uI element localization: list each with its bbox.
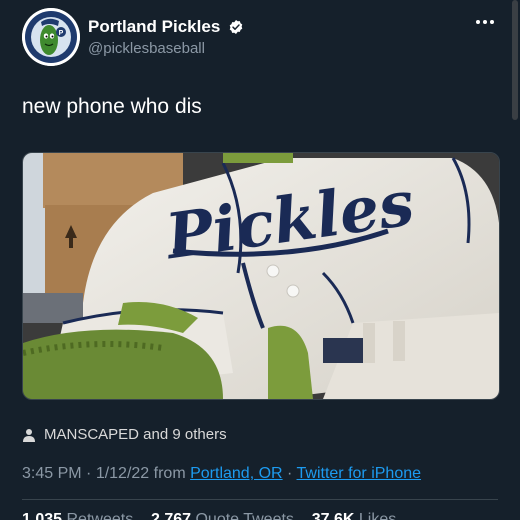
tweet-meta: 3:45 PM · 1/12/22 from Portland, OR · Tw… [22,465,421,483]
divider [22,499,498,500]
avatar[interactable]: P [22,8,80,66]
tweet: P Portland Pickles @picklesbaseball new … [0,0,520,520]
likes-count: 37.6K [311,511,355,520]
person-icon [23,428,35,442]
client-link[interactable]: Twitter for iPhone [297,465,422,482]
meta-separator: · [81,465,96,482]
tweet-time[interactable]: 3:45 PM [22,465,82,482]
tweet-header: P Portland Pickles @picklesbaseball [22,8,498,70]
pickle-mascot-logo-icon: P [22,8,80,66]
quotes-label: Quote Tweets [195,511,294,520]
location-link[interactable]: Portland, OR [190,465,282,482]
svg-text:P: P [59,30,64,37]
more-options-icon-dot [483,20,487,24]
likes-label: Likes [358,511,397,520]
author-info: Portland Pickles @picklesbaseball [88,17,244,57]
more-options-button[interactable] [472,12,498,32]
tweet-text: new phone who dis [22,95,202,118]
quotes-count: 2,767 [150,511,192,520]
tweet-photo[interactable]: Pickles [22,152,500,400]
meta-separator: · [282,465,297,482]
quotes-stat[interactable]: 2,767 Quote Tweets [151,511,294,520]
tweet-date[interactable]: 1/12/22 [96,465,149,482]
scrollbar[interactable] [512,0,518,120]
social-context[interactable]: MANSCAPED and 9 others [22,426,227,443]
retweets-count: 1,035 [22,511,63,520]
more-options-icon [476,20,480,24]
engagement-stats: 1,035 Retweets 2,767 Quote Tweets 37.6K … [22,511,396,520]
social-context-text: MANSCAPED and 9 others [44,426,227,443]
more-options-icon-dot [490,20,494,24]
likes-stat[interactable]: 37.6K Likes [312,511,397,520]
display-name[interactable]: Portland Pickles [88,17,220,37]
photo-jersey-image: Pickles [23,153,499,399]
retweets-stat[interactable]: 1,035 Retweets [22,511,133,520]
verified-badge-icon [229,20,243,34]
handle[interactable]: @picklesbaseball [88,40,244,57]
meta-from: from [149,465,191,482]
retweets-label: Retweets [66,511,134,520]
